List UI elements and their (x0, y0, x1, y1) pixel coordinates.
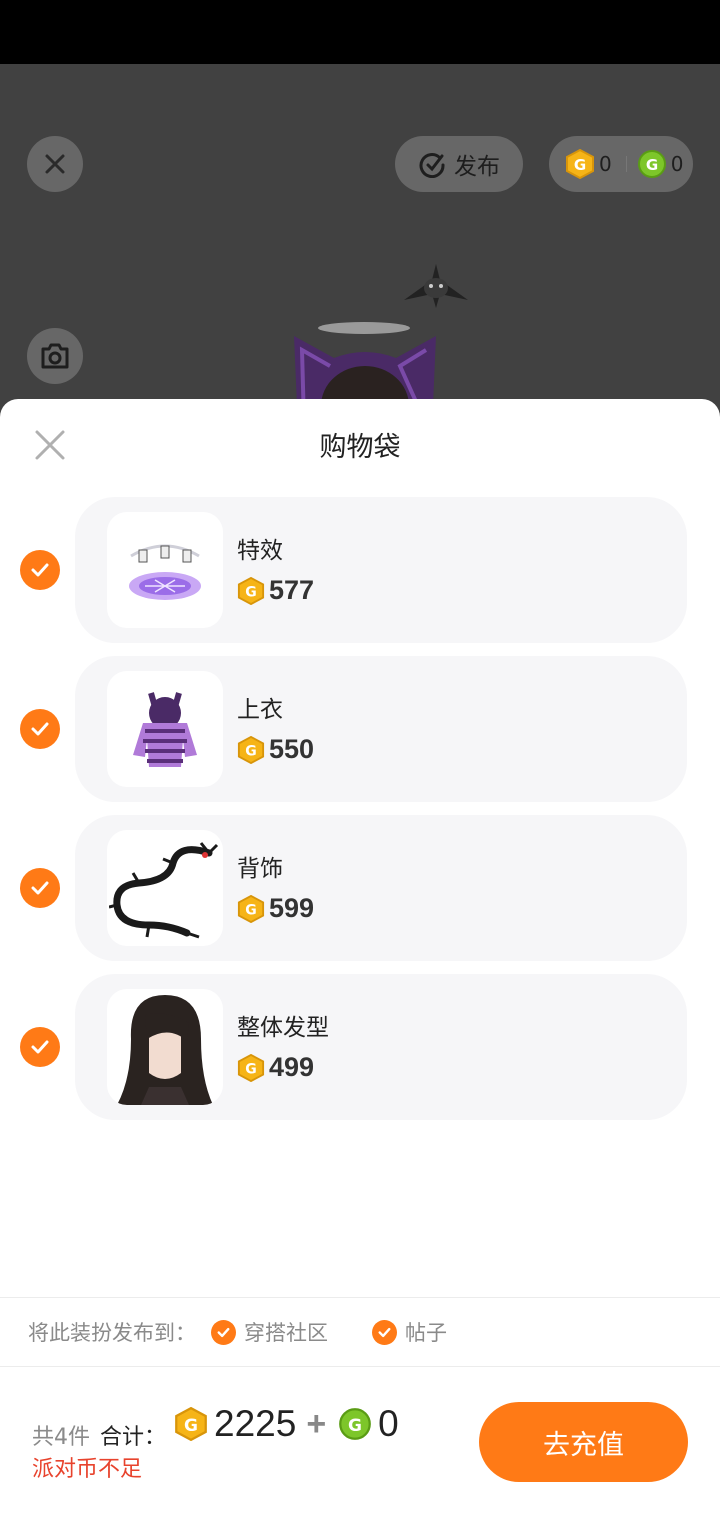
effect-icon (129, 544, 201, 600)
svg-text:G: G (574, 156, 586, 174)
item-name: 上衣 (237, 697, 283, 723)
publish-option-label: 帖子 (405, 1321, 447, 1345)
total-label: 合计： (100, 1425, 167, 1450)
shark-pet-icon (404, 264, 468, 308)
gold-coin-icon: G (566, 149, 594, 179)
item-thumbnail (107, 671, 223, 787)
check-icon (31, 563, 49, 577)
gold-coin-icon: G (237, 576, 265, 605)
hair-icon (117, 995, 213, 1105)
item-price-value: 577 (269, 575, 315, 605)
publish-targets-label: 将此装扮发布到： (28, 1321, 196, 1345)
item-price: G 499 (237, 1052, 314, 1083)
svg-text:G: G (245, 1061, 257, 1077)
balance-pill[interactable]: G 0 G 0 (549, 136, 693, 192)
shopping-bag-sheet: 购物袋 特效 G 577 上衣 G 550 背饰 G 599 整体发型 G 49… (0, 399, 720, 1520)
item-card[interactable]: 上衣 G 550 (75, 656, 687, 802)
total-amount: G 2225 + G 0 (174, 1403, 405, 1445)
item-count: 共4件 (32, 1425, 90, 1450)
gold-coin-icon: G (237, 1053, 265, 1082)
status-bar (0, 0, 720, 64)
checkout-footer: 共4件 合计： G 2225 + G 0 派对币不足 去充值 (0, 1367, 720, 1520)
gold-coin-icon: G (237, 735, 265, 764)
publish-option-community[interactable]: 穿搭社区 (211, 1317, 328, 1347)
item-name: 背饰 (237, 856, 283, 882)
publish-label: 发布 (454, 154, 500, 180)
item-name: 特效 (237, 538, 283, 564)
sheet-title: 购物袋 (319, 432, 401, 463)
svg-text:G: G (184, 1416, 198, 1436)
item-card[interactable]: 背饰 G 599 (75, 815, 687, 961)
cart-item[interactable]: 特效 G 577 (0, 497, 720, 643)
item-thumbnail (107, 989, 223, 1105)
item-checkbox[interactable] (20, 709, 60, 749)
svg-text:G: G (245, 584, 257, 600)
gold-coin-icon: G (237, 894, 265, 923)
close-icon (45, 154, 65, 174)
publish-option-label: 穿搭社区 (244, 1321, 328, 1345)
gold-coin-icon: G (175, 1407, 207, 1441)
hoodie-icon (133, 692, 197, 767)
check-icon (211, 1319, 236, 1345)
item-card[interactable]: 整体发型 G 499 (75, 974, 687, 1120)
gold-balance: 0 (599, 152, 612, 176)
green-coin-icon: G (339, 1408, 372, 1440)
green-coin-icon: G (637, 150, 666, 178)
gold-total: 2225 (214, 1403, 297, 1444)
publish-targets: 将此装扮发布到： 穿搭社区 帖子 (0, 1298, 720, 1366)
item-price-value: 499 (269, 1052, 315, 1082)
item-price: G 599 (237, 893, 314, 924)
item-price: G 550 (237, 734, 314, 765)
plus-sign: + (306, 1404, 327, 1443)
svg-text:G: G (245, 902, 257, 918)
publish-icon (419, 153, 445, 178)
item-thumbnail (107, 512, 223, 628)
balance-divider (625, 156, 627, 172)
insufficient-funds-warning: 派对币不足 (32, 1457, 143, 1482)
camera-button[interactable] (27, 328, 83, 384)
svg-text:G: G (348, 1416, 362, 1436)
item-thumbnail (107, 830, 223, 946)
item-name: 整体发型 (237, 1015, 329, 1041)
check-icon (31, 722, 49, 736)
camera-icon (41, 343, 69, 369)
svg-text:G: G (646, 156, 658, 174)
item-checkbox[interactable] (20, 1027, 60, 1067)
close-scene-button[interactable] (27, 136, 83, 192)
avatar-scene: 发布 G 0 G 0 (0, 64, 720, 424)
item-checkbox[interactable] (20, 868, 60, 908)
cart-item[interactable]: 背饰 G 599 (0, 815, 720, 961)
green-total: 0 (378, 1403, 399, 1444)
item-card[interactable]: 特效 G 577 (75, 497, 687, 643)
svg-text:G: G (245, 743, 257, 759)
cart-item[interactable]: 上衣 G 550 (0, 656, 720, 802)
check-icon (372, 1319, 397, 1345)
publish-option-post[interactable]: 帖子 (372, 1317, 447, 1347)
check-icon (31, 1040, 49, 1054)
item-price: G 577 (237, 575, 314, 606)
recharge-button[interactable]: 去充值 (479, 1402, 688, 1482)
green-balance: 0 (670, 152, 684, 176)
item-price-value: 599 (269, 893, 315, 923)
check-icon (31, 881, 49, 895)
publish-button[interactable]: 发布 (395, 136, 523, 192)
item-price-value: 550 (269, 734, 315, 764)
dragon-icon (109, 842, 219, 939)
item-checkbox[interactable] (20, 550, 60, 590)
cart-item[interactable]: 整体发型 G 499 (0, 974, 720, 1120)
